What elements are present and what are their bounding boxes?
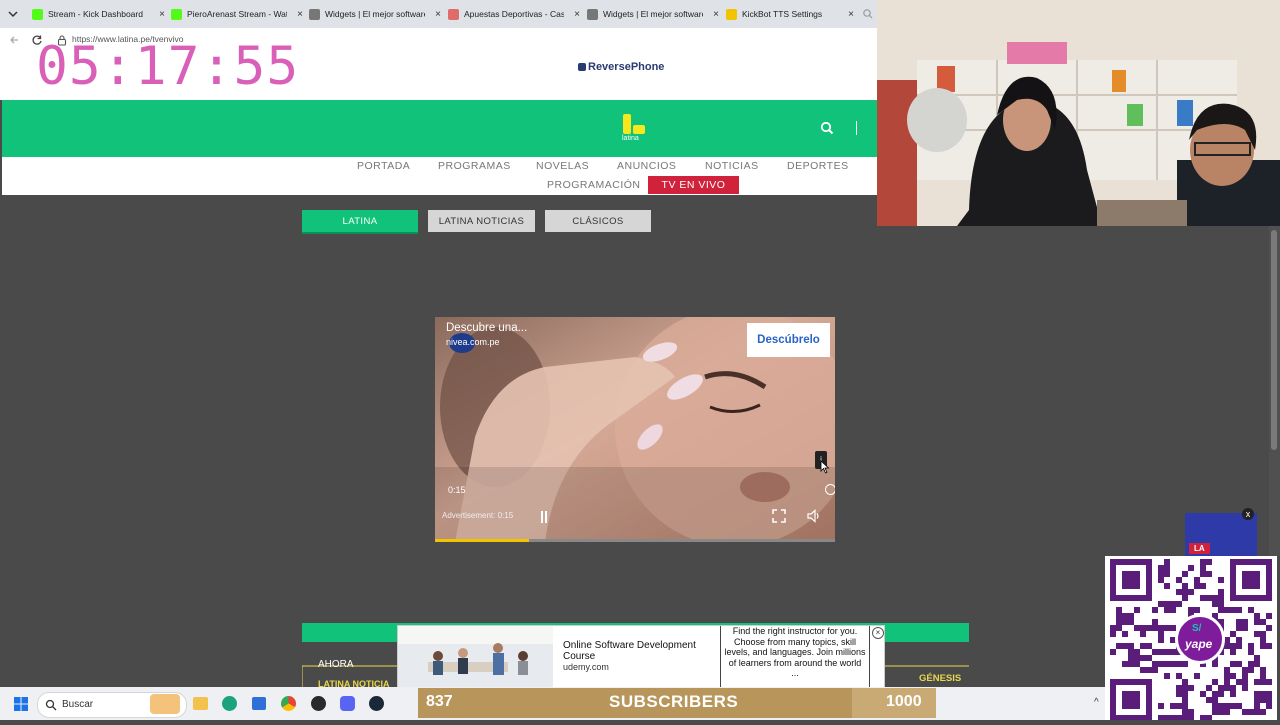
next-program[interactable]: GÉNESIS (919, 673, 961, 684)
browser-tab[interactable]: Stream - Kick Dashboard × (32, 3, 167, 25)
help-icon[interactable] (825, 484, 835, 495)
webcam-feed (877, 0, 1280, 226)
yape-label: yape (1185, 637, 1213, 651)
subscriber-count: 837 (426, 693, 453, 710)
stream-clock-overlay: 05:17:55 (36, 36, 300, 97)
system-tray-chevron-icon[interactable]: ^ (1094, 697, 1099, 708)
subscriber-goal: 1000 (886, 693, 922, 710)
yape-currency: S/ (1192, 623, 1202, 634)
tab-latina-noticias[interactable]: LATINA NOTICIAS (428, 210, 535, 232)
banner-ad-domain[interactable]: udemy.com (563, 662, 609, 672)
tab-close-icon[interactable]: × (297, 9, 303, 20)
tab-close-icon[interactable]: × (159, 9, 165, 20)
cursor-icon (820, 460, 830, 474)
tab-favicon-icon (309, 8, 320, 20)
tab-title: PieroArenast Stream - Watch (187, 9, 287, 19)
banner-ad-description[interactable]: Find the right instructor for you. Choos… (720, 626, 870, 688)
tab-title: Apuestas Deportivas - Casa (464, 9, 564, 19)
nav-item-noticias[interactable]: NOTICIAS (705, 160, 759, 172)
browser-tab[interactable]: PieroArenast Stream - Watch × (171, 3, 305, 25)
tab-title: Widgets | El mejor software (325, 9, 425, 19)
tab-list-dropdown-icon[interactable] (6, 7, 20, 21)
file-explorer-icon[interactable] (193, 697, 208, 710)
video-time: 0:15 (448, 485, 466, 495)
discord-icon[interactable] (340, 696, 355, 711)
banner-ad-close-icon[interactable]: × (872, 627, 884, 639)
browser-tab[interactable]: Widgets | El mejor software × (309, 3, 443, 25)
tab-title: KickBot TTS Settings (742, 9, 823, 19)
store-icon[interactable] (252, 697, 266, 710)
nav-item-portada[interactable]: PORTADA (357, 160, 410, 172)
browser-tab-bar: Stream - Kick Dashboard × PieroArenast Str… (0, 0, 877, 28)
logo-text: latina (622, 135, 639, 142)
browser-tab[interactable]: KickBot TTS Settings × (726, 3, 856, 25)
tab-favicon-icon (587, 8, 598, 20)
ad-image[interactable] (398, 626, 553, 688)
windows-start-icon[interactable] (14, 697, 28, 711)
header-divider (856, 121, 857, 135)
tab-favicon-icon (171, 8, 182, 20)
ad-title[interactable]: Descubre una... (446, 322, 527, 334)
nav-item-deportes[interactable]: DEPORTES (787, 160, 849, 172)
new-tab-icon[interactable] (862, 7, 874, 19)
volume-icon[interactable] (807, 509, 821, 523)
subscriber-label: SUBSCRIBERS (609, 692, 739, 711)
tab-clasicos[interactable]: CLÁSICOS (545, 210, 651, 232)
mini-player-close-icon[interactable]: x (1242, 508, 1254, 520)
search-icon[interactable] (820, 121, 834, 135)
tab-title: Stream - Kick Dashboard (48, 9, 143, 19)
tab-close-icon[interactable]: × (848, 9, 854, 20)
sponsor-banner[interactable]: ReversePhone (578, 61, 664, 73)
browser-tab[interactable]: Widgets | El mejor software × (587, 3, 721, 25)
chrome-icon[interactable] (281, 696, 296, 711)
taskbar-search-placeholder[interactable]: Buscar (62, 699, 93, 710)
back-icon[interactable] (8, 33, 20, 45)
nav-item-anuncios[interactable]: ANUNCIOS (617, 160, 676, 172)
ad-domain[interactable]: nivea.com.pe (446, 337, 500, 347)
taskbar-search-icon (45, 698, 57, 711)
obs-icon[interactable] (311, 696, 326, 711)
pause-icon[interactable] (539, 510, 549, 523)
site-header (2, 100, 877, 157)
video-player[interactable]: Descubre una... nivea.com.pe Descúbrelo … (435, 317, 835, 542)
banner-ad[interactable]: Online Software Development Course udemy… (397, 625, 885, 689)
tab-favicon-icon (32, 8, 43, 20)
ad-countdown: Advertisement: 0:15 (442, 511, 514, 520)
tab-latina[interactable]: LATINA (302, 210, 418, 234)
browser-tab[interactable]: Apuestas Deportivas - Casa × (448, 3, 582, 25)
sponsor-logo-icon (578, 63, 586, 71)
steam-icon[interactable] (369, 696, 384, 711)
latina-logo[interactable]: latina (621, 113, 649, 145)
sponsor-label: ReversePhone (588, 61, 665, 73)
nav-item-programacion[interactable]: PROGRAMACIÓN (547, 179, 641, 191)
nav-item-novelas[interactable]: NOVELAS (536, 160, 589, 172)
banner-ad-title[interactable]: Online Software Development Course (563, 640, 708, 662)
mini-player-logo: LA (1189, 543, 1210, 554)
tab-close-icon[interactable]: × (713, 9, 719, 20)
now-label: AHORA (318, 659, 354, 670)
nav-item-tv-en-vivo[interactable]: TV EN VIVO (648, 176, 739, 194)
search-highlight-icon (150, 694, 180, 714)
page-right-area (877, 226, 1280, 556)
fullscreen-icon[interactable] (772, 509, 786, 523)
ad-cta-button[interactable]: Descúbrelo (747, 323, 830, 357)
tab-favicon-icon (726, 8, 737, 20)
scrollbar-thumb[interactable] (1271, 230, 1277, 450)
nav-item-programas[interactable]: PROGRAMAS (438, 160, 511, 172)
tab-favicon-icon (448, 8, 459, 20)
edge-icon[interactable] (222, 696, 237, 711)
tab-title: Widgets | El mejor software (603, 9, 703, 19)
tab-close-icon[interactable]: × (574, 9, 580, 20)
tab-close-icon[interactable]: × (435, 9, 441, 20)
video-progress-fill (435, 539, 529, 542)
yape-qr-code: S/ yape (1105, 556, 1277, 721)
yape-logo: S/ yape (1175, 614, 1225, 664)
